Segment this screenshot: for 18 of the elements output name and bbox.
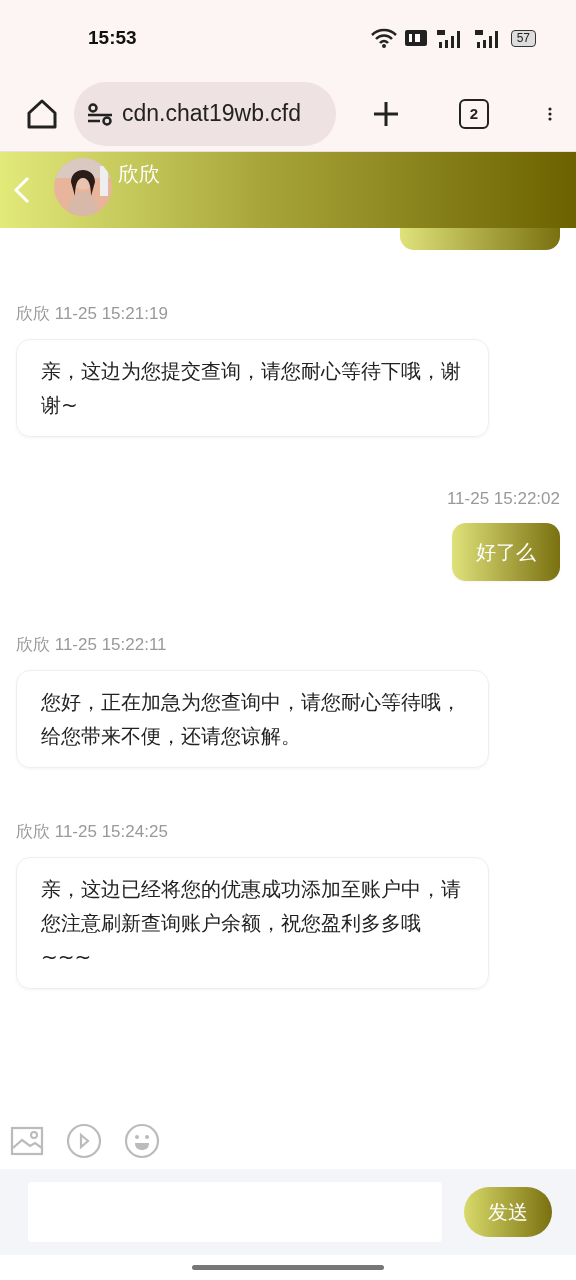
status-time: 15:53 bbox=[88, 27, 138, 49]
address-bar[interactable]: cdn.chat19wb.cfd bbox=[74, 81, 336, 146]
emoji-icon[interactable] bbox=[124, 1123, 160, 1159]
site-settings-icon[interactable] bbox=[86, 101, 114, 126]
message-bubble: 亲，这边为您提交查询，请您耐心等待下哦，谢谢~ bbox=[16, 339, 489, 437]
message-timestamp: 欣欣 11-25 15:24:25 bbox=[16, 821, 169, 843]
play-icon[interactable] bbox=[66, 1123, 102, 1159]
message-timestamp: 11-25 15:22:02 bbox=[446, 489, 560, 509]
image-icon[interactable] bbox=[10, 1126, 44, 1156]
battery-level: 57 bbox=[510, 29, 536, 47]
message-bubble: 好了么 bbox=[452, 523, 560, 581]
wifi-icon bbox=[370, 28, 397, 48]
tab-count-button[interactable]: 2 bbox=[459, 98, 489, 129]
contact-name: 欣欣 bbox=[118, 161, 160, 188]
message-timestamp: 欣欣 11-25 15:21:19 bbox=[16, 303, 169, 325]
message-bubble: 您好，正在加急为您查询中，请您耐心等待哦，给您带来不便，还请您谅解。 bbox=[16, 670, 489, 768]
message-timestamp: 欣欣 11-25 15:22:11 bbox=[16, 634, 168, 656]
message-bubble: 亲，这边已经将您的优惠成功添加至账户中，请您注意刷新查询账户余额，祝您盈利多多哦~~~ bbox=[16, 857, 489, 989]
